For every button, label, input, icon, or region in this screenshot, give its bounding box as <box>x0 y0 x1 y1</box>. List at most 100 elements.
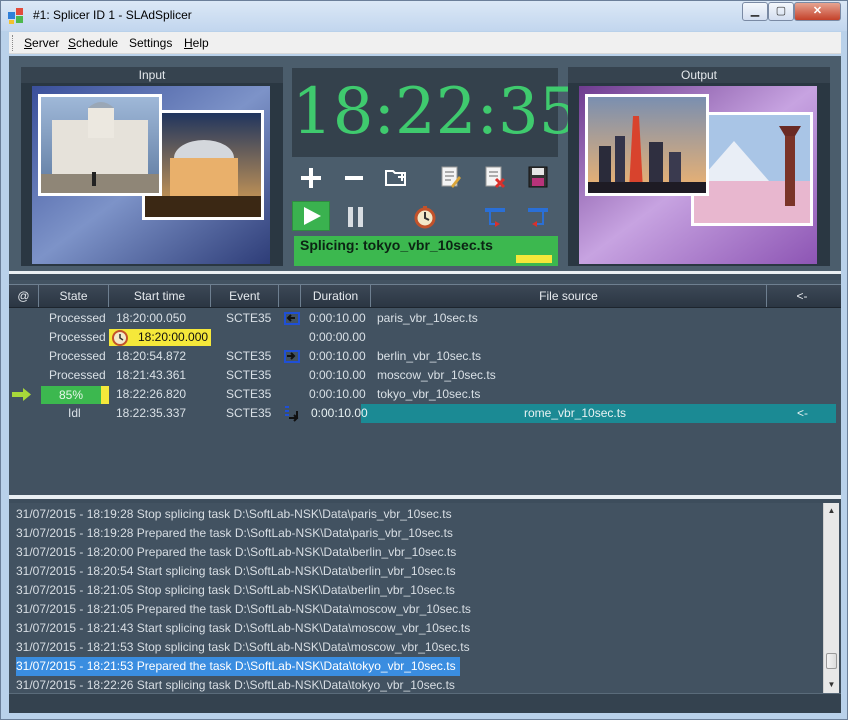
split-out-icon[interactable] <box>525 204 551 230</box>
menu-server[interactable]: Server <box>24 36 59 50</box>
col-arrow[interactable]: <- <box>767 285 837 307</box>
pause-button[interactable] <box>345 204 369 230</box>
menu-schedule[interactable]: Schedule <box>68 36 118 50</box>
row-file: rome_vbr_10sec.ts <box>524 406 627 420</box>
maximize-button[interactable]: ▢ <box>768 2 794 21</box>
return-in-icon <box>284 312 300 325</box>
row-duration: 0:00:10.00 <box>309 368 366 382</box>
log-line[interactable]: 31/07/2015 - 18:19:28 Stop splicing task… <box>16 505 452 524</box>
status-strip <box>9 693 841 713</box>
row-arrow: <- <box>797 406 809 420</box>
row-duration: 0:00:10.00 <box>311 406 368 420</box>
splicing-status: Splicing: tokyo_vbr_10sec.ts <box>294 236 558 266</box>
row-start-time: 18:20:54.872 <box>116 349 187 363</box>
title-bar[interactable]: #1: Splicer ID 1 - SLAdSplicer ▁ ▢ ✕ <box>1 1 847 31</box>
log-line[interactable]: 31/07/2015 - 18:21:05 Prepared the task … <box>16 600 471 619</box>
col-event-icon <box>279 285 301 307</box>
scroll-thumb[interactable] <box>826 653 837 669</box>
col-start-time[interactable]: Start time <box>109 285 211 307</box>
scroll-up-arrow-icon[interactable]: ▲ <box>824 503 839 519</box>
timer-icon[interactable] <box>412 204 438 230</box>
status-progress <box>516 255 552 263</box>
output-title: Output <box>568 67 830 83</box>
edit-list-icon[interactable] <box>437 164 463 190</box>
output-preview: Output <box>568 67 830 266</box>
splicing-status-text: Splicing: tokyo_vbr_10sec.ts <box>300 237 493 253</box>
log-line[interactable]: 31/07/2015 - 18:21:53 Stop splicing task… <box>16 638 470 657</box>
row-event: SCTE35 <box>226 387 272 401</box>
play-icon <box>304 207 321 225</box>
split-in-icon[interactable] <box>482 204 508 230</box>
log-line[interactable]: 31/07/2015 - 18:19:28 Prepared the task … <box>16 524 453 543</box>
list-return-icon <box>285 406 299 422</box>
table-row-current[interactable]: 85% 18:22:26.820 SCTE35 0:00:10.00 tokyo… <box>9 385 841 404</box>
row-event: SCTE35 <box>226 311 272 325</box>
window-title: #1: Splicer ID 1 - SLAdSplicer <box>33 8 192 22</box>
row-event: SCTE35 <box>226 349 272 363</box>
row-start-time: 18:21:43.361 <box>116 368 187 382</box>
input-preview: Input <box>21 67 283 266</box>
row-state: Processed <box>49 330 106 344</box>
table-row-next[interactable]: Idl 18:22:35.337 SCTE35 0:00:10.00 rome_… <box>9 404 841 423</box>
clock-display: 18:22:35 <box>292 68 579 157</box>
table-row[interactable]: Processed 18:20:00.050 SCTE35 0:00:10.00… <box>9 309 841 328</box>
menu-bar: Server Schedule Settings Help <box>9 32 841 54</box>
table-row[interactable]: Processed 18:20:00.000 0:00:00.00 <box>9 328 841 347</box>
row-event: SCTE35 <box>226 368 272 382</box>
timer-icon <box>112 330 128 346</box>
input-video-image <box>32 86 270 264</box>
menu-help[interactable]: Help <box>184 36 209 50</box>
app-window: #1: Splicer ID 1 - SLAdSplicer ▁ ▢ ✕ Ser… <box>0 0 848 720</box>
table-row[interactable]: Processed 18:20:54.872 SCTE35 0:00:10.00… <box>9 347 841 366</box>
log-list[interactable]: 31/07/2015 - 18:19:28 Stop splicing task… <box>9 503 823 693</box>
delete-list-icon[interactable] <box>482 164 508 190</box>
minimize-button[interactable]: ▁ <box>742 2 768 21</box>
col-file-source[interactable]: File source <box>371 285 767 307</box>
schedule-table: @ State Start time Event Duration File s… <box>9 280 841 499</box>
row-duration: 0:00:10.00 <box>309 311 366 325</box>
col-duration[interactable]: Duration <box>301 285 371 307</box>
menu-grip <box>12 35 15 51</box>
remove-icon[interactable] <box>341 165 367 191</box>
output-video-image <box>579 86 817 264</box>
main-client: Input 18:22:35 Splicing: tokyo_vbr_10sec… <box>9 56 841 713</box>
app-icon <box>8 8 23 24</box>
row-state: Processed <box>49 368 106 382</box>
log-scrollbar[interactable]: ▲ ▼ <box>823 503 839 693</box>
col-event[interactable]: Event <box>211 285 279 307</box>
row-progress-marker <box>101 386 109 404</box>
row-state: Processed <box>49 349 106 363</box>
save-icon[interactable] <box>525 164 551 190</box>
row-duration: 0:00:10.00 <box>309 349 366 363</box>
input-title: Input <box>21 67 283 83</box>
table-row[interactable]: Processed 18:21:43.361 SCTE35 0:00:10.00… <box>9 366 841 385</box>
row-file: tokyo_vbr_10sec.ts <box>377 387 481 401</box>
menu-settings[interactable]: Settings <box>129 36 172 50</box>
col-state[interactable]: State <box>39 285 109 307</box>
add-icon[interactable] <box>298 165 324 191</box>
log-line[interactable]: 31/07/2015 - 18:20:54 Start splicing tas… <box>16 562 456 581</box>
log-line[interactable]: 31/07/2015 - 18:21:43 Start splicing tas… <box>16 619 470 638</box>
log-line-selected[interactable]: 31/07/2015 - 18:21:53 Prepared the task … <box>16 657 460 676</box>
log-line[interactable]: 31/07/2015 - 18:21:05 Stop splicing task… <box>16 581 455 600</box>
row-start-time: 18:20:00.050 <box>116 311 187 325</box>
add-folder-icon[interactable] <box>383 164 409 190</box>
row-file: paris_vbr_10sec.ts <box>377 311 478 325</box>
row-state: Idl <box>68 406 81 420</box>
row-start-time: 18:22:35.337 <box>116 406 187 420</box>
row-state: Processed <box>49 311 106 325</box>
row-duration: 0:00:10.00 <box>309 387 366 401</box>
timer-marker: 18:20:00.000 <box>109 329 211 346</box>
row-duration: 0:00:00.00 <box>309 330 366 344</box>
row-start-time: 18:22:26.820 <box>116 387 187 401</box>
row-start-time: 18:20:00.000 <box>138 330 209 344</box>
close-button[interactable]: ✕ <box>794 2 841 21</box>
col-marker[interactable]: @ <box>9 285 39 307</box>
row-file: berlin_vbr_10sec.ts <box>377 349 482 363</box>
log-line[interactable]: 31/07/2015 - 18:20:00 Prepared the task … <box>16 543 456 562</box>
scroll-down-arrow-icon[interactable]: ▼ <box>824 677 839 693</box>
play-button[interactable] <box>292 201 330 231</box>
row-file: moscow_vbr_10sec.ts <box>377 368 496 382</box>
table-header: @ State Start time Event Duration File s… <box>9 284 841 308</box>
enter-icon <box>284 350 300 363</box>
